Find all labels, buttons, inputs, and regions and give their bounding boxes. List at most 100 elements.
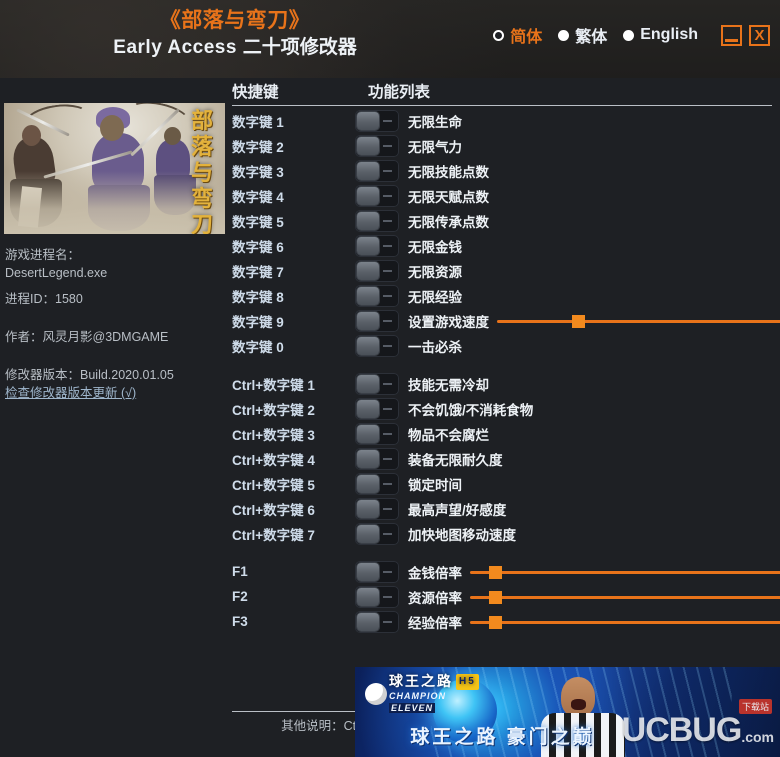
cheat-label: 一击必杀 [408, 339, 462, 355]
slider-track[interactable] [497, 319, 780, 323]
cheat-toggle[interactable] [355, 209, 399, 232]
cheat-row: 数字键 9设置游戏速度2.5 [228, 308, 780, 333]
cheat-row: F3经验倍率2.0 [228, 609, 780, 634]
cheat-toggle[interactable] [355, 234, 399, 257]
toggle-off-indicator [383, 620, 392, 623]
process-name-block: 游戏进程名： DesertLegend.exe [5, 246, 220, 282]
process-name-label: 游戏进程名： [5, 248, 81, 262]
cheat-toggle[interactable] [355, 585, 399, 608]
radio-icon-simplified[interactable] [493, 29, 505, 41]
toggle-knob [357, 587, 379, 606]
cheat-row: 数字键 2 无限气力 [228, 133, 780, 158]
cheat-label: 无限经验 [408, 289, 462, 305]
language-option-english[interactable]: English [623, 26, 698, 44]
cheat-toggle[interactable] [355, 472, 399, 495]
minimize-icon[interactable] [721, 24, 742, 46]
toggle-off-indicator [383, 144, 392, 147]
ad-logo-line2-a: CHAMPION [389, 691, 446, 701]
cheat-label: 无限金钱 [408, 239, 462, 255]
cheat-toggle[interactable] [355, 522, 399, 545]
toggle-off-indicator [383, 269, 392, 272]
language-bar: 简体 繁体 English X [493, 20, 770, 50]
toggle-knob [357, 136, 379, 155]
game-title: 《部落与弯刀》 [159, 9, 311, 32]
toggle-off-indicator [383, 169, 392, 172]
cheat-row-list: 数字键 1 无限生命 数字键 2 无限气力 数字键 3 无限技能点数 数字键 4 无限天赋点数… [228, 108, 780, 634]
ad-logo-line2-b: ELEVEN [389, 703, 436, 713]
ad-logo: 球王之路 H5 CHAMPION ELEVEN [363, 673, 483, 713]
hotkey-label: F3 [232, 614, 248, 629]
cheat-toggle[interactable] [355, 134, 399, 157]
ball-icon [365, 683, 387, 705]
cheat-row: 数字键 1 无限生命 [228, 108, 780, 133]
cheat-toggle[interactable] [355, 159, 399, 182]
cheat-row: Ctrl+数字键 1 技能无需冷却 [228, 371, 780, 396]
value-slider[interactable] [497, 310, 780, 332]
toggle-knob [357, 186, 379, 205]
language-option-simplified[interactable]: 简体 [493, 23, 542, 47]
check-update-link[interactable]: 检查修改器版本更新 (√) [5, 384, 136, 402]
cheat-label: 无限传承点数 [408, 214, 489, 230]
cheat-toggle[interactable] [355, 397, 399, 420]
slider-handle[interactable] [489, 565, 502, 579]
slider-handle[interactable] [489, 615, 502, 629]
slider-track[interactable] [470, 620, 780, 624]
toggle-off-indicator [383, 244, 392, 247]
cheat-label: 装备无限耐久度 [408, 452, 503, 468]
toggle-knob [357, 374, 379, 393]
cheat-toggle[interactable] [355, 259, 399, 282]
cheat-toggle[interactable] [355, 184, 399, 207]
ad-banner[interactable]: 球王之路 H5 CHAMPION ELEVEN 球王之路 豪门之巅 UCBUG .… [355, 667, 780, 757]
trainer-window: 《部落与弯刀》 Early Access 二十项修改器 简体 繁体 Englis… [0, 0, 780, 757]
site-watermark: UCBUG .com 下载站 [622, 699, 774, 747]
header-divider [232, 105, 772, 106]
toggle-knob [357, 612, 379, 631]
toggle-off-indicator [383, 595, 392, 598]
cheat-toggle[interactable] [355, 610, 399, 633]
cheat-toggle[interactable] [355, 447, 399, 470]
cheat-toggle[interactable] [355, 560, 399, 583]
hotkey-label: Ctrl+数字键 6 [232, 502, 315, 518]
cheat-toggle[interactable] [355, 284, 399, 307]
ad-logo-badge: H5 [456, 674, 479, 690]
slider-handle[interactable] [489, 590, 502, 604]
hotkey-label: Ctrl+数字键 1 [232, 377, 315, 393]
cheat-toggle[interactable] [355, 309, 399, 332]
cheat-row: F1金钱倍率2.0 [228, 559, 780, 584]
version-block: 修改器版本：Build.2020.01.05 检查修改器版本更新 (√) [5, 366, 220, 402]
toggle-knob [357, 524, 379, 543]
cheat-row: 数字键 5 无限传承点数 [228, 208, 780, 233]
cheat-toggle[interactable] [355, 372, 399, 395]
cheat-toggle[interactable] [355, 422, 399, 445]
radio-icon-traditional[interactable] [558, 29, 570, 41]
toggle-off-indicator [383, 194, 392, 197]
cheat-toggle[interactable] [355, 334, 399, 357]
left-panel: 部落与弯刀 游戏进程名： DesertLegend.exe 进程ID：1580 … [0, 78, 228, 757]
process-id: 进程ID：1580 [5, 292, 83, 306]
value-slider[interactable] [470, 586, 780, 608]
close-icon[interactable]: X [749, 24, 770, 46]
slider-track[interactable] [470, 595, 780, 599]
toggle-off-indicator [383, 344, 392, 347]
hotkey-label: Ctrl+数字键 4 [232, 452, 315, 468]
value-slider[interactable] [470, 611, 780, 633]
cheat-toggle[interactable] [355, 497, 399, 520]
cheat-label: 无限生命 [408, 114, 462, 130]
cheat-label: 不会饥饿/不消耗食物 [408, 402, 534, 418]
value-slider[interactable] [470, 561, 780, 583]
language-label-english: English [640, 26, 698, 43]
cheat-row: 数字键 0 一击必杀 [228, 333, 780, 358]
language-option-traditional[interactable]: 繁体 [558, 23, 607, 47]
hotkey-label: Ctrl+数字键 5 [232, 477, 315, 493]
radio-icon-english[interactable] [623, 29, 635, 41]
language-label-traditional: 繁体 [575, 29, 608, 46]
artwork-title-text: 部落与弯刀 [190, 109, 213, 234]
slider-track[interactable] [470, 570, 780, 574]
toggle-knob [357, 336, 379, 355]
early-access-label: Early Access [113, 37, 243, 58]
hotkey-label: 数字键 2 [232, 139, 284, 155]
cheat-toggle[interactable] [355, 109, 399, 132]
toggle-knob [357, 449, 379, 468]
slider-handle[interactable] [572, 314, 585, 328]
column-header-hotkey: 快捷键 [232, 84, 279, 101]
